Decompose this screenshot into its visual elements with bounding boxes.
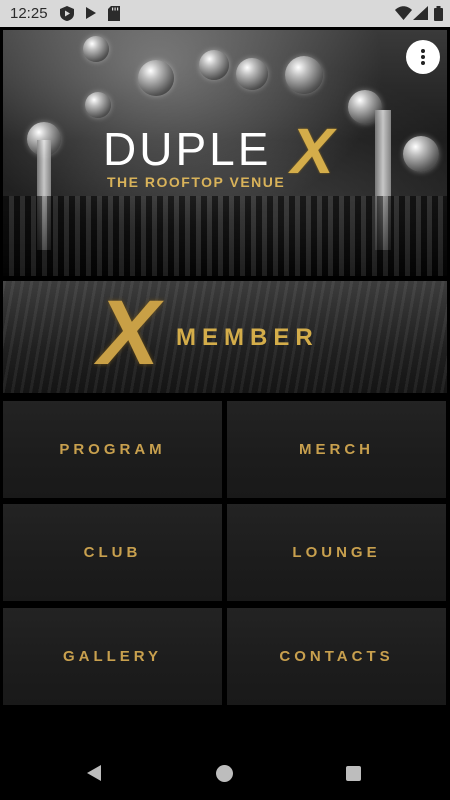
more-vert-dot [421,61,425,65]
tile-contacts[interactable]: CONTACTS [227,608,446,705]
brand-tagline: THE ROOFTOP VENUE [107,174,286,190]
disco-ball [199,50,229,80]
system-nav-bar [0,748,450,800]
status-bar: 12:25 [0,0,450,27]
back-icon[interactable] [86,764,102,782]
home-icon[interactable] [216,765,233,782]
status-time: 12:25 [10,5,48,22]
tile-label: CLUB [83,544,142,561]
disco-ball [403,136,439,172]
more-vert-dot [421,55,425,59]
duplex-logo: DUPLE X THE ROOFTOP VENUE [103,115,363,222]
tile-label: MERCH [299,441,374,458]
hero-banner: DUPLE X THE ROOFTOP VENUE [3,30,447,276]
tile-program[interactable]: PROGRAM [3,401,222,498]
play-icon [86,7,96,19]
overflow-menu-button[interactable] [406,40,440,74]
tile-label: PROGRAM [59,441,166,458]
signal-icon [413,6,428,20]
tile-label: CONTACTS [279,648,394,665]
disco-ball [285,56,323,94]
member-x-mark: X [98,282,160,384]
member-banner[interactable]: X MEMBER [3,281,447,393]
brand-x: X [291,115,334,187]
disco-ball [138,60,174,96]
tile-lounge[interactable]: LOUNGE [227,504,446,601]
tile-label: GALLERY [62,648,163,665]
tile-gallery[interactable]: GALLERY [3,608,222,705]
tile-merch[interactable]: MERCH [227,401,446,498]
disco-ball [83,36,109,62]
disco-ball [236,58,268,90]
tile-club[interactable]: CLUB [3,504,222,601]
tile-label: LOUNGE [292,544,381,561]
more-vert-icon [421,49,425,53]
member-label: MEMBER [176,324,319,351]
battery-icon [434,6,443,21]
play-protect-icon [60,6,74,21]
sd-card-icon [108,6,120,21]
disco-ball [85,92,111,118]
brand-name: DUPLE [103,123,272,175]
recents-icon[interactable] [346,766,361,781]
wifi-icon [395,6,412,20]
